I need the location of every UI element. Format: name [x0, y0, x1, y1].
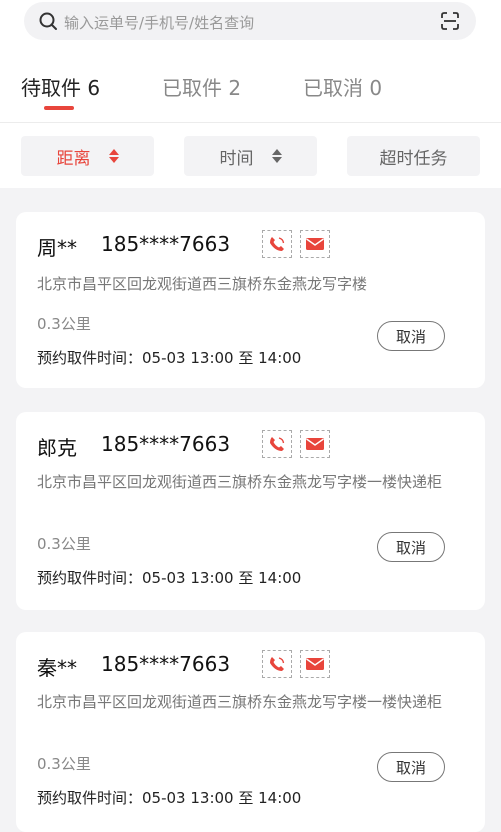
pickup-time: 预约取件时间：05-03 13:00 至 14:00	[37, 349, 302, 367]
cancel-button[interactable]: 取消	[377, 532, 445, 562]
filter-overdue[interactable]: 超时任务	[347, 136, 480, 176]
filter-time[interactable]: 时间	[184, 136, 317, 176]
customer-phone: 185****7663	[101, 652, 231, 676]
sort-icon	[271, 149, 282, 163]
customer-phone: 185****7663	[101, 232, 231, 256]
header-panel: 输入运单号/手机号/姓名查询 待取件 6 已取件 2 已取消 0 距离 时间 超…	[0, 0, 501, 188]
distance: 0.3公里	[37, 535, 91, 553]
filter-overdue-label: 超时任务	[379, 148, 448, 169]
status-tabs: 待取件 6 已取件 2 已取消 0	[0, 62, 501, 118]
mail-icon[interactable]	[300, 230, 330, 258]
pickup-address: 北京市昌平区回龙观街道西三旗桥东金燕龙写字楼一楼快递柜	[37, 693, 443, 711]
search-input[interactable]: 输入运单号/手机号/姓名查询	[64, 12, 254, 33]
pickup-time: 预约取件时间：05-03 13:00 至 14:00	[37, 569, 302, 587]
order-card[interactable]: 周** 185****7663 北京市昌平区回龙观街道西三旗桥东金燕龙写字楼 0…	[16, 212, 485, 388]
customer-name: 郎克	[37, 436, 77, 460]
order-card[interactable]: 郎克 185****7663 北京市昌平区回龙观街道西三旗桥东金燕龙写字楼一楼快…	[16, 412, 485, 610]
customer-name: 秦**	[37, 656, 77, 680]
tab-cancelled[interactable]: 已取消 0	[303, 72, 382, 101]
filter-distance-label: 距离	[56, 148, 91, 169]
mail-icon[interactable]	[300, 650, 330, 678]
mail-icon[interactable]	[300, 430, 330, 458]
pickup-address: 北京市昌平区回龙观街道西三旗桥东金燕龙写字楼一楼快递柜	[37, 473, 443, 491]
tab-pending[interactable]: 待取件 6	[21, 72, 100, 101]
phone-icon[interactable]	[262, 230, 292, 258]
search-bar[interactable]: 输入运单号/手机号/姓名查询	[24, 2, 476, 40]
cancel-button[interactable]: 取消	[377, 321, 445, 351]
filter-time-label: 时间	[219, 148, 254, 169]
divider	[0, 122, 501, 123]
distance: 0.3公里	[37, 315, 91, 333]
cancel-button[interactable]: 取消	[377, 752, 445, 782]
tab-picked-up[interactable]: 已取件 2	[162, 72, 241, 101]
scan-icon[interactable]	[440, 11, 460, 31]
customer-name: 周**	[37, 236, 77, 260]
customer-phone: 185****7663	[101, 432, 231, 456]
order-card[interactable]: 秦** 185****7663 北京市昌平区回龙观街道西三旗桥东金燕龙写字楼一楼…	[16, 632, 485, 832]
phone-icon[interactable]	[262, 430, 292, 458]
active-tab-indicator	[44, 106, 74, 110]
search-icon[interactable]	[38, 11, 58, 31]
filter-distance[interactable]: 距离	[21, 136, 154, 176]
phone-icon[interactable]	[262, 650, 292, 678]
pickup-address: 北京市昌平区回龙观街道西三旗桥东金燕龙写字楼	[37, 275, 368, 293]
sort-icon	[108, 149, 119, 163]
distance: 0.3公里	[37, 755, 91, 773]
pickup-time: 预约取件时间：05-03 13:00 至 14:00	[37, 789, 302, 807]
